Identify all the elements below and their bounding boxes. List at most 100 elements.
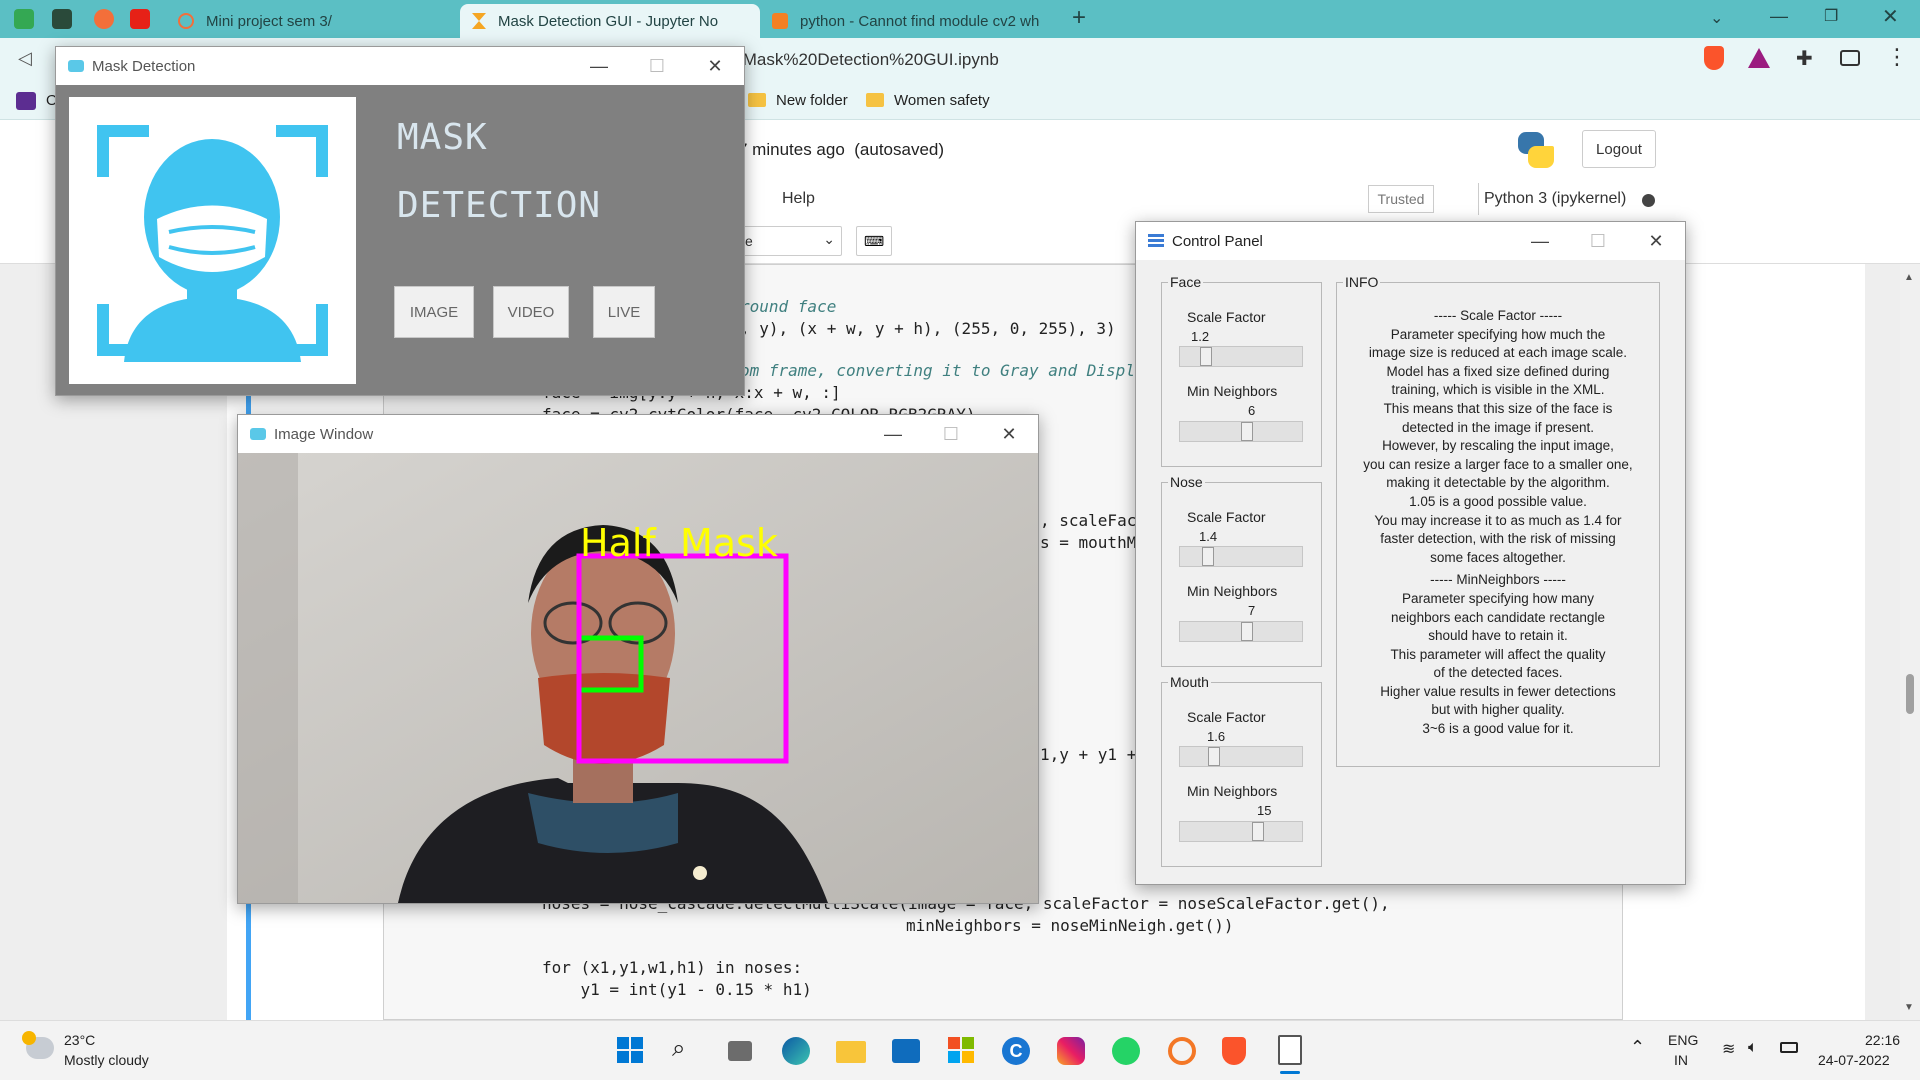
scrollbar-thumb[interactable] <box>1906 674 1914 714</box>
temperature[interactable]: 23°C <box>64 1032 95 1048</box>
info-line: making it detectable by the algorithm. <box>1386 475 1610 491</box>
trusted-badge[interactable]: Trusted <box>1368 185 1434 213</box>
nose-scale-slider[interactable] <box>1179 546 1303 567</box>
back-arrow-icon[interactable]: ◁ <box>18 48 32 69</box>
live-button[interactable]: LIVE <box>593 286 655 338</box>
upwork-icon[interactable] <box>16 92 36 110</box>
autosaved-label: (autosaved) <box>854 140 945 159</box>
tab-mini-project[interactable]: Mini project sem 3/ <box>166 4 456 38</box>
kernel-name[interactable]: Python 3 (ipykernel) <box>1484 190 1626 208</box>
info-line: 1.05 is a good possible value. <box>1409 493 1587 509</box>
slider-thumb[interactable] <box>1252 822 1264 841</box>
close-button[interactable]: ✕ <box>1882 4 1899 29</box>
menu-help[interactable]: Help <box>782 190 815 208</box>
face-neighbors-slider[interactable] <box>1179 421 1303 442</box>
tab-python-cv2[interactable]: python - Cannot find module cv2 whe <box>760 4 1060 38</box>
brave-rewards-icon[interactable] <box>1748 48 1770 68</box>
window-titlebar[interactable]: Mask Detection — ☐ ✕ <box>56 47 744 85</box>
restore-button[interactable]: ❐ <box>1824 6 1838 26</box>
battery-icon[interactable] <box>1780 1042 1798 1053</box>
mouth-neighbors-slider[interactable] <box>1179 821 1303 842</box>
windows-start-icon[interactable] <box>617 1037 643 1063</box>
minimize-button[interactable]: — <box>1770 6 1788 27</box>
face-scale-slider[interactable] <box>1179 346 1303 367</box>
search-icon[interactable]: ⌕ <box>672 1035 685 1063</box>
instagram-icon[interactable] <box>1057 1037 1085 1065</box>
scroll-down-icon[interactable]: ▼ <box>1904 1002 1914 1013</box>
minimize-button[interactable]: — <box>1511 231 1569 252</box>
scale-factor-value: 1.6 <box>1207 729 1226 744</box>
image-button[interactable]: IMAGE <box>394 286 474 338</box>
mouth-group: Mouth Scale Factor 1.6 Min Neighbors 15 <box>1161 674 1322 867</box>
tab-mask-detection-gui[interactable]: Mask Detection GUI - Jupyter No <box>460 4 760 38</box>
info-label: INFO <box>1343 274 1381 290</box>
window-titlebar[interactable]: Image Window — ☐ ✕ <box>238 415 1038 453</box>
video-button[interactable]: VIDEO <box>493 286 569 338</box>
code-line: s = mouthMi <box>1040 533 1146 552</box>
edge-icon[interactable] <box>782 1037 810 1065</box>
nose-neighbors-slider[interactable] <box>1179 621 1303 642</box>
min-neighbors-value: 15 <box>1257 803 1272 818</box>
task-view-icon[interactable] <box>728 1041 752 1061</box>
region[interactable]: IN <box>1674 1052 1688 1068</box>
new-tab-button[interactable]: + <box>1072 4 1086 32</box>
pinned-site-icon[interactable] <box>52 9 72 29</box>
language[interactable]: ENG <box>1668 1032 1698 1048</box>
jupyter-icon[interactable] <box>1168 1037 1196 1065</box>
slider-thumb[interactable] <box>1241 422 1253 441</box>
mouth-scale-slider[interactable] <box>1179 746 1303 767</box>
info-line: Higher value results in fewer detections <box>1380 683 1616 699</box>
close-button[interactable]: ✕ <box>980 424 1038 445</box>
clock-date[interactable]: 24-07-2022 <box>1818 1052 1890 1068</box>
notepad-icon[interactable] <box>1278 1035 1302 1065</box>
youtube-icon[interactable] <box>130 9 150 29</box>
whatsapp-icon[interactable] <box>1112 1037 1140 1065</box>
page-scrollbar[interactable]: ▲ ▼ <box>1900 264 1920 1020</box>
detection-label: Half Mask <box>580 521 778 565</box>
weather-cloud-icon[interactable] <box>22 1031 54 1059</box>
pinned-site-icon[interactable] <box>94 9 114 29</box>
slider-thumb[interactable] <box>1200 347 1212 366</box>
brave-shield-icon[interactable] <box>1704 46 1724 70</box>
menu-icon[interactable]: ⋮ <box>1886 44 1908 70</box>
volume-icon[interactable]: 🔈︎ <box>1748 1039 1758 1057</box>
mask-window-body: MASK DETECTION IMAGE VIDEO LIVE <box>56 85 744 395</box>
url-text[interactable]: /Mask%20Detection%20GUI.ipynb <box>738 50 999 70</box>
slider-thumb[interactable] <box>1208 747 1220 766</box>
mail-icon[interactable] <box>892 1039 920 1063</box>
info-line: ----- MinNeighbors ----- <box>1430 572 1566 588</box>
weather-text[interactable]: Mostly cloudy <box>64 1052 149 1068</box>
close-button[interactable]: ✕ <box>1627 231 1685 252</box>
bookmark-women-safety[interactable]: Women safety <box>866 92 990 109</box>
tab-search-chevron-icon[interactable]: ⌄ <box>1710 8 1723 28</box>
maximize-button[interactable]: ☐ <box>628 56 686 77</box>
window-titlebar[interactable]: Control Panel — ☐ ✕ <box>1136 222 1685 260</box>
mask-app-icon <box>250 428 266 440</box>
scroll-up-icon[interactable]: ▲ <box>1904 272 1914 283</box>
slider-thumb[interactable] <box>1202 547 1214 566</box>
control-panel-window: Control Panel — ☐ ✕ Face Scale Factor 1.… <box>1135 221 1686 885</box>
code-line: round face <box>740 297 837 316</box>
chevron-up-icon[interactable]: ⌃ <box>1630 1037 1645 1058</box>
wifi-icon[interactable]: ≋ <box>1722 1039 1735 1059</box>
keyboard-icon[interactable]: ⌨ <box>856 226 892 256</box>
file-explorer-icon[interactable] <box>836 1041 866 1063</box>
logout-button[interactable]: Logout <box>1582 130 1656 168</box>
divider <box>1478 183 1479 215</box>
store-icon[interactable] <box>948 1037 974 1063</box>
close-button[interactable]: ✕ <box>686 56 744 77</box>
cortana-c-icon[interactable]: C <box>1002 1037 1030 1065</box>
slider-thumb[interactable] <box>1241 622 1253 641</box>
cell-type-select[interactable]: e ⌄ <box>740 226 842 256</box>
info-line: neighbors each candidate rectangle <box>1391 609 1605 625</box>
maximize-button[interactable]: ☐ <box>922 424 980 445</box>
maximize-button[interactable]: ☐ <box>1569 231 1627 252</box>
brave-icon[interactable] <box>1222 1037 1246 1065</box>
extensions-puzzle-icon[interactable]: ✚ <box>1796 46 1813 71</box>
wallet-icon[interactable] <box>1840 50 1860 66</box>
minimize-button[interactable]: — <box>570 56 628 77</box>
google-drive-icon[interactable] <box>14 9 34 29</box>
bookmark-new-folder[interactable]: New folder <box>748 92 848 109</box>
clock-time[interactable]: 22:16 <box>1865 1032 1900 1048</box>
minimize-button[interactable]: — <box>864 424 922 445</box>
